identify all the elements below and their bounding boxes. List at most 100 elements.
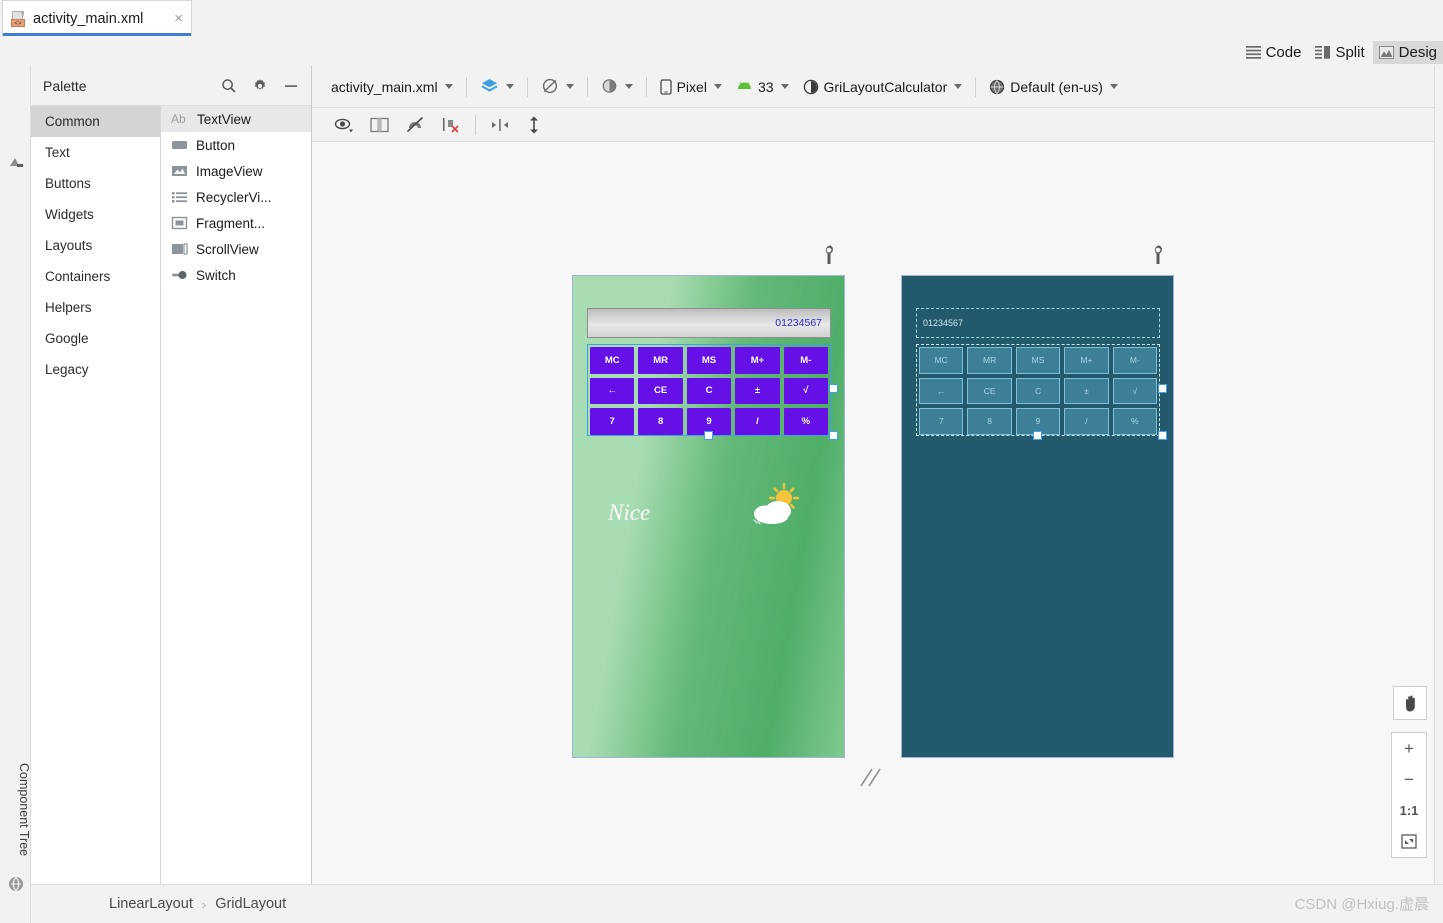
calc-button-sqrt[interactable]: √: [783, 377, 829, 405]
code-lines-icon: [1245, 45, 1261, 59]
file-selector-label: activity_main.xml: [331, 78, 438, 95]
breadcrumb-item-linearlayout[interactable]: LinearLayout: [109, 896, 193, 912]
zoom-actual-size-button[interactable]: 1:1: [1392, 795, 1426, 826]
calc-button-7[interactable]: 7: [590, 408, 635, 435]
calc-button-percent[interactable]: %: [783, 408, 829, 435]
palette-item-recyclerview[interactable]: RecyclerVi...: [161, 184, 311, 210]
palette-item-imageview[interactable]: ImageView: [161, 158, 311, 184]
search-icon[interactable]: [221, 78, 237, 94]
zoom-in-button[interactable]: +: [1392, 733, 1426, 764]
breadcrumb-item-gridlayout[interactable]: GridLayout: [215, 896, 286, 912]
bp-calc-button-mminus[interactable]: M-: [1112, 347, 1158, 374]
design-preview-wrench-icon[interactable]: [821, 245, 835, 270]
view-mode-design[interactable]: Desig: [1372, 40, 1443, 64]
resize-handle-bottom[interactable]: [1033, 431, 1042, 440]
palette-category-helpers[interactable]: Helpers: [31, 292, 160, 323]
locale-selector-dropdown[interactable]: Default (en-us): [982, 76, 1125, 98]
view-mode-split[interactable]: Split: [1309, 41, 1370, 64]
zoom-fit-button[interactable]: [1392, 826, 1426, 857]
palette-category-buttons[interactable]: Buttons: [31, 168, 160, 199]
bp-calc-button-mc[interactable]: MC: [919, 347, 964, 374]
pan-hand-button[interactable]: [1393, 686, 1427, 720]
grid-row: ← CE C ± √: [588, 376, 830, 407]
theme-selector-dropdown[interactable]: GriLayoutCalculator: [796, 76, 970, 98]
design-preview[interactable]: Nice 01234567 MC MR MS M+ M- ← CE C ± √ …: [572, 275, 845, 758]
palette-category-text[interactable]: Text: [31, 137, 160, 168]
orientation-toggle[interactable]: [534, 75, 581, 98]
clear-constraints-button[interactable]: [433, 113, 469, 136]
design-canvas[interactable]: Nice 01234567 MC MR MS M+ M- ← CE C ± √ …: [312, 142, 1443, 884]
calc-button-mr[interactable]: MR: [638, 347, 683, 374]
sidebar-tab-component-tree[interactable]: Component Tree: [0, 750, 31, 870]
bp-calc-button-7[interactable]: 7: [919, 408, 964, 435]
bp-calc-button-ms[interactable]: MS: [1015, 347, 1061, 374]
palette-item-scrollview[interactable]: ScrollView: [161, 236, 311, 262]
calc-button-mc[interactable]: MC: [590, 347, 635, 374]
magnet-off-button[interactable]: [397, 113, 433, 136]
calc-button-ce[interactable]: CE: [638, 377, 683, 405]
resize-handle-right[interactable]: [1158, 384, 1167, 393]
blueprint-preview[interactable]: 01234567 MC MR MS M+ M- ← CE C ± √ 7 8 9…: [901, 275, 1174, 758]
palette-item-switch[interactable]: Switch: [161, 262, 311, 288]
bp-calc-button-sqrt[interactable]: √: [1112, 377, 1158, 405]
palette-item-button[interactable]: Button: [161, 132, 311, 158]
bp-calc-button-c[interactable]: C: [1015, 377, 1061, 405]
minimize-icon[interactable]: [283, 78, 299, 94]
bp-calc-button-divide[interactable]: /: [1064, 408, 1109, 435]
calculator-grid-layout[interactable]: MC MR MS M+ M- ← CE C ± √ 7 8 9 / %: [587, 344, 831, 436]
design-surface-toggle[interactable]: [473, 75, 521, 98]
bp-calc-button-percent[interactable]: %: [1112, 408, 1158, 435]
resize-handle-right[interactable]: [829, 384, 838, 393]
bp-calc-button-8[interactable]: 8: [967, 408, 1012, 435]
zoom-out-button[interactable]: −: [1392, 764, 1426, 795]
canvas-resize-grip[interactable]: [857, 765, 883, 795]
palette-category-legacy[interactable]: Legacy: [31, 354, 160, 385]
palette-item-label: Fragment...: [196, 215, 266, 231]
close-icon[interactable]: ×: [174, 10, 183, 27]
calc-button-c[interactable]: C: [686, 377, 732, 405]
design-toolbar: activity_main.xml Pixel 33 GriLayoutCalc…: [312, 66, 1443, 160]
calc-button-8[interactable]: 8: [638, 408, 683, 435]
bp-calc-button-backspace[interactable]: ←: [919, 377, 964, 405]
resize-handle-corner[interactable]: [1158, 431, 1167, 440]
gear-icon[interactable]: [252, 78, 268, 94]
bp-calc-button-plusminus[interactable]: ±: [1064, 377, 1109, 405]
grid-row: MC MR MS M+ M-: [588, 345, 830, 376]
calc-button-mminus[interactable]: M-: [783, 347, 829, 374]
blueprint-calculator-display[interactable]: 01234567: [916, 308, 1160, 338]
resize-handle-bottom[interactable]: [704, 431, 713, 440]
calc-button-backspace[interactable]: ←: [590, 377, 635, 405]
editor-tab-activity-main[interactable]: <> activity_main.xml ×: [2, 0, 192, 36]
calc-button-divide[interactable]: /: [735, 408, 780, 435]
palette-category-google[interactable]: Google: [31, 323, 160, 354]
calc-button-ms[interactable]: MS: [686, 347, 732, 374]
palette-category-widgets[interactable]: Widgets: [31, 199, 160, 230]
blueprint-preview-wrench-icon[interactable]: [1150, 245, 1164, 270]
calc-button-mplus[interactable]: M+: [735, 347, 780, 374]
blueprint-grid-layout[interactable]: MC MR MS M+ M- ← CE C ± √ 7 8 9 / %: [916, 344, 1160, 436]
calculator-display[interactable]: 01234567: [587, 308, 831, 338]
view-options-button[interactable]: [326, 114, 362, 136]
chevron-down-icon: [565, 84, 574, 89]
calc-button-plusminus[interactable]: ±: [735, 377, 780, 405]
bp-calc-button-mr[interactable]: MR: [967, 347, 1012, 374]
file-selector-dropdown[interactable]: activity_main.xml: [324, 76, 460, 98]
bp-calc-button-ce[interactable]: CE: [967, 377, 1012, 405]
bp-calc-button-mplus[interactable]: M+: [1064, 347, 1109, 374]
zoom-controls-group: + − 1:1: [1391, 732, 1427, 858]
theme-mode-toggle[interactable]: [594, 75, 640, 98]
palette-item-fragment[interactable]: Fragment...: [161, 210, 311, 236]
palette-category-containers[interactable]: Containers: [31, 261, 160, 292]
align-horizontal-button[interactable]: [482, 114, 518, 136]
expand-vertical-button[interactable]: [518, 113, 550, 137]
view-mode-split-label: Split: [1335, 43, 1365, 61]
palette-category-layouts[interactable]: Layouts: [31, 230, 160, 261]
palette-item-textview[interactable]: Ab TextView: [161, 106, 311, 132]
layout-columns-button[interactable]: [362, 114, 397, 136]
palette-item-label: RecyclerVi...: [196, 189, 272, 205]
palette-category-common[interactable]: Common: [31, 106, 160, 137]
api-level-dropdown[interactable]: 33: [729, 76, 796, 98]
view-mode-code[interactable]: Code: [1240, 41, 1308, 64]
device-selector-dropdown[interactable]: Pixel: [653, 76, 729, 98]
resize-handle-corner[interactable]: [829, 431, 838, 440]
